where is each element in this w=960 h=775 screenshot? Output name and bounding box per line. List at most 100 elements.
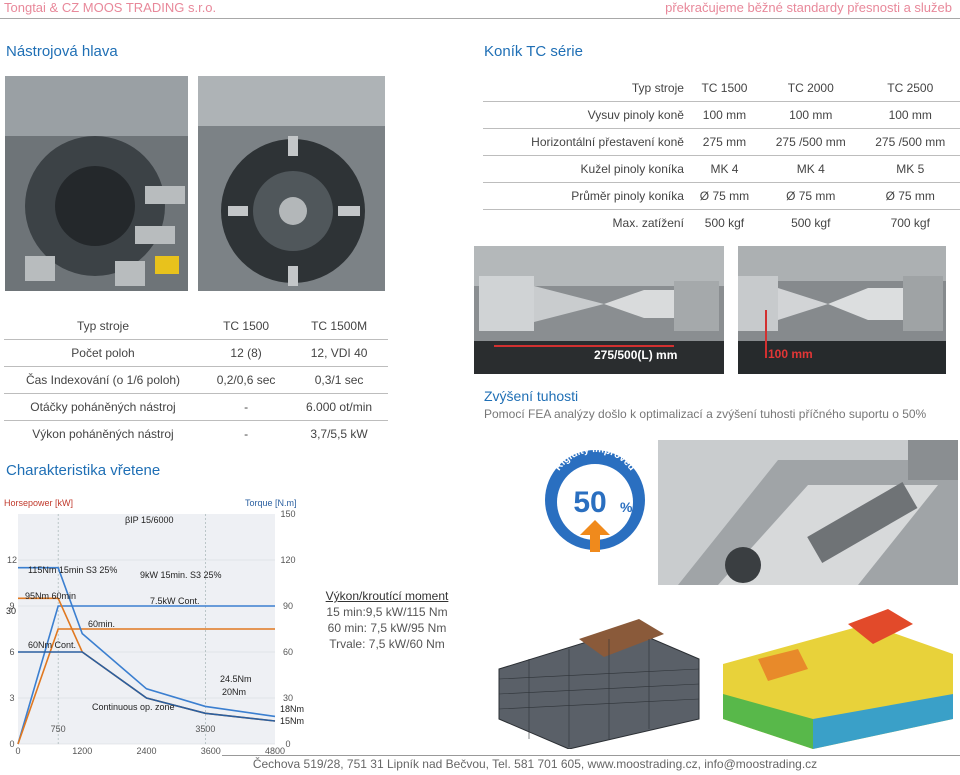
table-header-cell: TC 1500 <box>202 313 291 340</box>
table-cell: Průměr pinoly koníka <box>483 182 688 210</box>
table-cell: Otáčky poháněných nástroj <box>4 393 202 421</box>
x-tick: 0 <box>15 746 20 754</box>
turret-photo-left <box>5 76 188 291</box>
table-cell: 12 (8) <box>202 339 291 367</box>
y-right-tick: 150 <box>280 509 295 519</box>
table-cell: 275 /500 mm <box>860 128 960 156</box>
x-tick: 1200 <box>72 746 92 754</box>
table-cell: 500 kgf <box>791 216 831 230</box>
tailstock-photo-right: 100 mm <box>738 246 946 374</box>
table-cell: 500 kgf <box>704 216 745 230</box>
x-tick: 3600 <box>201 746 221 754</box>
chart-annotation: 60min. <box>88 619 115 629</box>
table-cell: 100 mm <box>687 101 762 129</box>
tailstock-left-label: 275/500(L) mm <box>594 348 677 362</box>
rigidity-badge: Rigidity improved 50 % <box>540 440 650 555</box>
table-cell: Max. zatížení <box>612 216 684 230</box>
table-cell: Ø 75 mm <box>687 182 762 210</box>
y-left-tick: 6 <box>9 647 14 657</box>
rigidity-text: Pomocí FEA analýzy došlo k optimalizací … <box>484 407 927 421</box>
table-row: Počet poloh 12 (8) 12, VDI 40 <box>4 339 388 367</box>
table-cell: 0,3/1 sec <box>290 366 388 394</box>
table-cell: Počet poloh <box>4 339 202 367</box>
turret-spec-table: Typ stroje TC 1500 TC 1500M Počet poloh … <box>4 313 388 447</box>
y-right-tick: 0 <box>285 739 290 749</box>
table-row: Čas Indexování (o 1/6 poloh) 0,2/0,6 sec… <box>4 366 388 394</box>
y-right-tick: 30 <box>283 693 293 703</box>
company-name: Tongtai & CZ MOOS TRADING s.r.o. <box>4 0 217 15</box>
table-header-cell: TC 2000 <box>761 75 861 102</box>
power-caption: Výkon/kroutící moment 15 min:9,5 kW/115 … <box>302 588 472 652</box>
y-right-tick: 120 <box>280 555 295 565</box>
x-tick: 4800 <box>265 746 285 754</box>
tailstock-spec-table: Typ stroje TC 1500 TC 2000 TC 2500 Vysuv… <box>483 75 960 236</box>
spindle-chart: Horsepower [kW] Torque [N.m]0369120306090… <box>4 498 304 754</box>
table-cell: Čas Indexování (o 1/6 poloh) <box>4 366 202 394</box>
section-title-tool-head: Nástrojová hlava <box>6 43 118 60</box>
table-cell: Ø 75 mm <box>761 182 861 210</box>
chart-annotation: 115Nm 15min S3 25% <box>28 565 117 575</box>
table-header-row: Typ stroje TC 1500 TC 2000 TC 2500 <box>483 75 960 102</box>
table-cell: MK 4 <box>761 155 861 183</box>
y-right-tick: 90 <box>283 601 293 611</box>
x-tick: 2400 <box>136 746 156 754</box>
chart-annotation: βIP 15/6000 <box>125 515 174 525</box>
power-caption-line: 15 min:9,5 kW/115 Nm <box>326 605 448 619</box>
y-left-tick: 0 <box>9 739 14 749</box>
table-header-cell: TC 2500 <box>860 75 960 102</box>
table-row: Průměr pinoly koníka Ø 75 mm Ø 75 mm Ø 7… <box>483 182 960 210</box>
table-cell: 275 /500 mm <box>761 128 861 156</box>
fea-mesh-image <box>489 599 709 750</box>
table-header-cell: TC 1500M <box>290 313 388 340</box>
section-title-spindle: Charakteristika vřetene <box>6 462 161 479</box>
tailstock-photo-left: 275/500(L) mm <box>474 246 724 374</box>
chart-annotation: 95Nm 60min <box>25 591 76 601</box>
table-cell: MK 4 <box>687 155 762 183</box>
table-row: Otáčky poháněných nástroj - 6.000 ot/min <box>4 393 388 421</box>
y-right-label: Torque [N.m] <box>245 498 297 508</box>
table-cell: Horizontální přestavení koně <box>483 128 688 156</box>
power-caption-line: 60 min: 7,5 kW/95 Nm <box>327 621 447 635</box>
y-right-tick: 60 <box>283 647 293 657</box>
y-left-tick: 12 <box>7 555 17 565</box>
table-row: Max. zatížení 500 kgf 500 kgf 700 kgf <box>483 210 960 237</box>
table-cell: 275 mm <box>687 128 762 156</box>
table-cell: Výkon poháněných nástroj <box>32 427 174 441</box>
tailstock-right-label: 100 mm <box>768 347 813 361</box>
chart-annotation: 18Nm <box>280 704 304 714</box>
fea-stress-image <box>718 599 956 749</box>
table-cell: 12, VDI 40 <box>290 339 388 367</box>
chart-annotation: 9kW 15min. S3 25% <box>140 570 222 580</box>
table-header-cell: Typ stroje <box>483 75 688 102</box>
table-cell: - <box>202 393 291 421</box>
chart-annotation: 60Nm Cont. <box>28 640 76 650</box>
turret-photo-right <box>198 76 385 291</box>
table-cell: Vysuv pinoly koně <box>483 101 688 129</box>
table-header-cell: Typ stroje <box>4 313 202 340</box>
table-header-row: Typ stroje TC 1500 TC 1500M <box>4 313 388 340</box>
section-title-tailstock: Koník TC série <box>484 43 583 60</box>
chart-annotation: 30 <box>6 606 16 616</box>
badge-unit: % <box>620 499 633 515</box>
table-cell: 3,7/5,5 kW <box>310 427 368 441</box>
table-cell: MK 5 <box>860 155 960 183</box>
table-cell: Ø 75 mm <box>860 182 960 210</box>
table-cell: - <box>244 427 249 441</box>
table-cell: 100 mm <box>860 101 960 129</box>
y-left-label: Horsepower [kW] <box>4 498 73 508</box>
header-slogan: překračujeme běžné standardy přesnosti a… <box>665 0 952 15</box>
cross-slide-photo <box>658 440 958 585</box>
badge-value: 50 <box>573 486 606 519</box>
footer-address: Čechova 519/28, 751 31 Lipník nad Bečvou… <box>252 757 818 771</box>
table-row: Kužel pinoly koníka MK 4 MK 4 MK 5 <box>483 155 960 183</box>
chart-annotation: 20Nm <box>222 687 246 697</box>
table-cell: 6.000 ot/min <box>290 393 388 421</box>
table-cell: Kužel pinoly koníka <box>483 155 688 183</box>
power-caption-title: Výkon/kroutící moment <box>325 589 449 603</box>
table-header-cell: TC 1500 <box>687 75 762 102</box>
table-cell: 100 mm <box>761 101 861 129</box>
rigidity-title: Zvýšení tuhosti <box>484 388 579 404</box>
x-extra-tick: 750 <box>51 724 66 734</box>
chart-annotation: 15Nm <box>280 716 304 726</box>
footer-divider <box>222 755 960 756</box>
